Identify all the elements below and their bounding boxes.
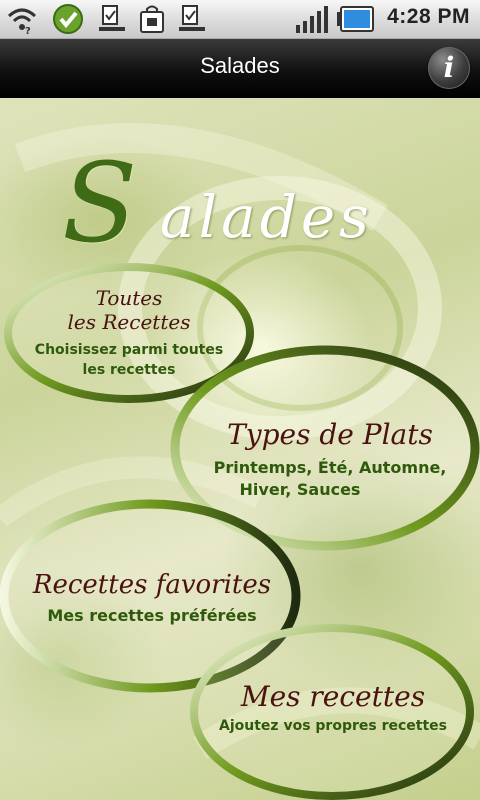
status-bar: ? 4:28 PM bbox=[0, 0, 480, 39]
battery-icon bbox=[336, 3, 376, 35]
menu-item-title: Types de Plats bbox=[227, 418, 433, 451]
menu-item-subtitle: Printemps, Été, Automne, bbox=[213, 458, 447, 477]
menu-item-title: les Recettes bbox=[67, 310, 191, 334]
menu-item-title: Recettes favorites bbox=[32, 570, 272, 600]
menu-item-subtitle: Ajoutez vos propres recettes bbox=[219, 718, 447, 734]
clock: 4:28 PM bbox=[387, 5, 470, 28]
shopping-bag-icon bbox=[136, 3, 168, 35]
menu-item-my-recipes[interactable]: Mes recettes Ajoutez vos propres recette… bbox=[186, 618, 480, 800]
download-done-icon bbox=[96, 3, 128, 35]
signal-bars-icon bbox=[294, 3, 332, 35]
app-logo-title: S alades bbox=[0, 138, 480, 258]
logo-first-letter: S bbox=[62, 139, 138, 267]
info-button[interactable]: i bbox=[428, 47, 470, 89]
check-circle-icon bbox=[52, 3, 84, 35]
download-done-icon bbox=[176, 3, 208, 35]
menu-item-title: Mes recettes bbox=[240, 680, 426, 713]
svg-text:?: ? bbox=[25, 26, 31, 35]
menu-item-title: Toutes bbox=[95, 286, 163, 310]
page-title: Salades bbox=[200, 53, 280, 78]
title-bar: Salades i bbox=[0, 39, 480, 98]
wifi-icon: ? bbox=[6, 3, 38, 37]
main-content: S alades Toutes les Recettes Choisissez … bbox=[0, 98, 480, 800]
logo-rest: alades bbox=[160, 183, 373, 251]
